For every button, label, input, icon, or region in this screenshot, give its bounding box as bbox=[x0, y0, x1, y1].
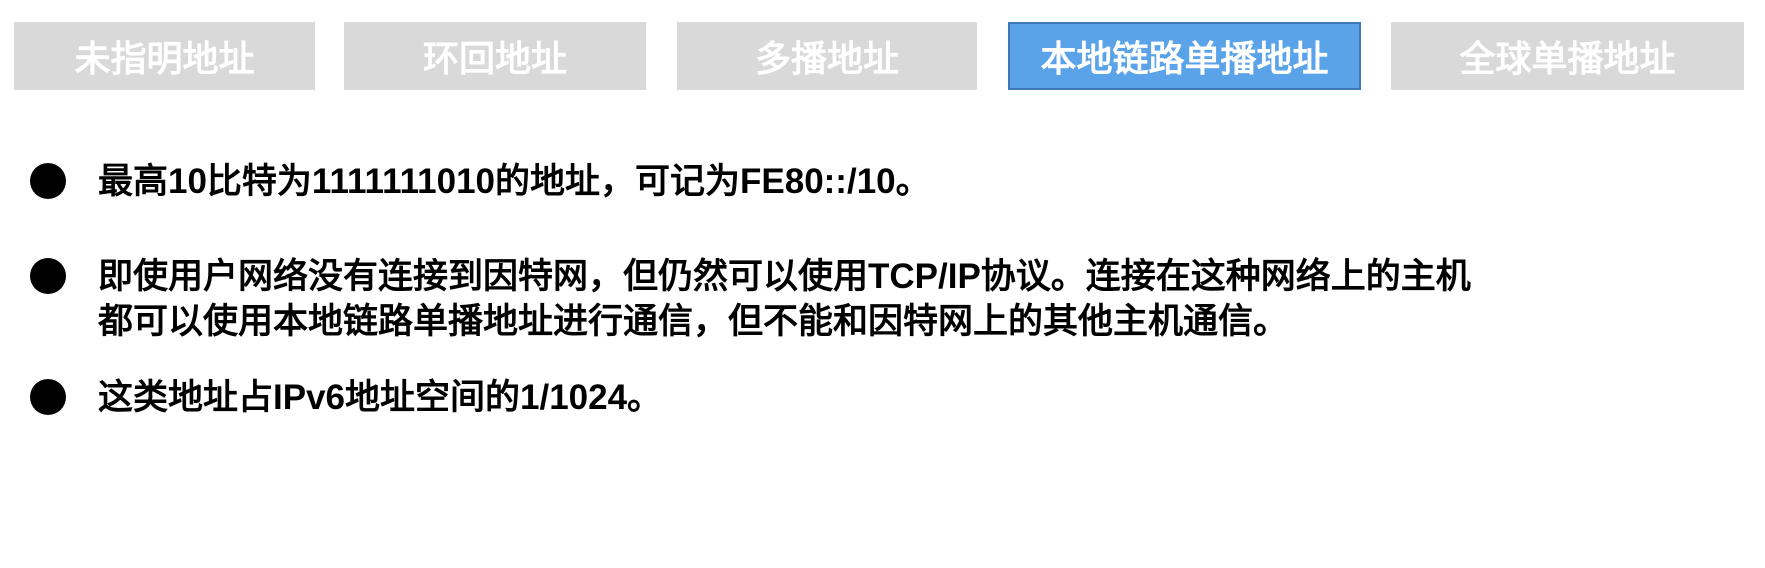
bullet-text: 即使用户网络没有连接到因特网，但仍然可以使用TCP/IP协议。连接在这种网络上的… bbox=[98, 257, 1471, 296]
bullet-icon bbox=[30, 163, 66, 199]
bullet-text: 最高10比特为1111111010的地址，可记为FE80::/10。 bbox=[98, 162, 931, 201]
tab-label: 环回地址 bbox=[422, 38, 567, 79]
tab-link-local-unicast-address[interactable]: 本地链路单播地址 bbox=[1008, 22, 1361, 90]
tab-multicast-address[interactable]: 多播地址 bbox=[677, 22, 977, 90]
tab-label: 全球单播地址 bbox=[1459, 38, 1676, 79]
bullet-text: 这类地址占IPv6地址空间的1/1024。 bbox=[98, 378, 663, 417]
bullet-text: 都可以使用本地链路单播地址进行通信，但不能和因特网上的其他主机通信。 bbox=[98, 302, 1289, 341]
tab-loopback-address[interactable]: 环回地址 bbox=[344, 22, 646, 90]
tab-label: 多播地址 bbox=[754, 38, 899, 79]
tab-unspecified-address[interactable]: 未指明地址 bbox=[14, 22, 315, 90]
bullet-icon bbox=[30, 258, 66, 294]
tab-global-unicast-address[interactable]: 全球单播地址 bbox=[1391, 22, 1744, 90]
tab-label: 本地链路单播地址 bbox=[1040, 38, 1329, 79]
bullet-icon bbox=[30, 379, 66, 415]
tab-label: 未指明地址 bbox=[74, 38, 255, 79]
